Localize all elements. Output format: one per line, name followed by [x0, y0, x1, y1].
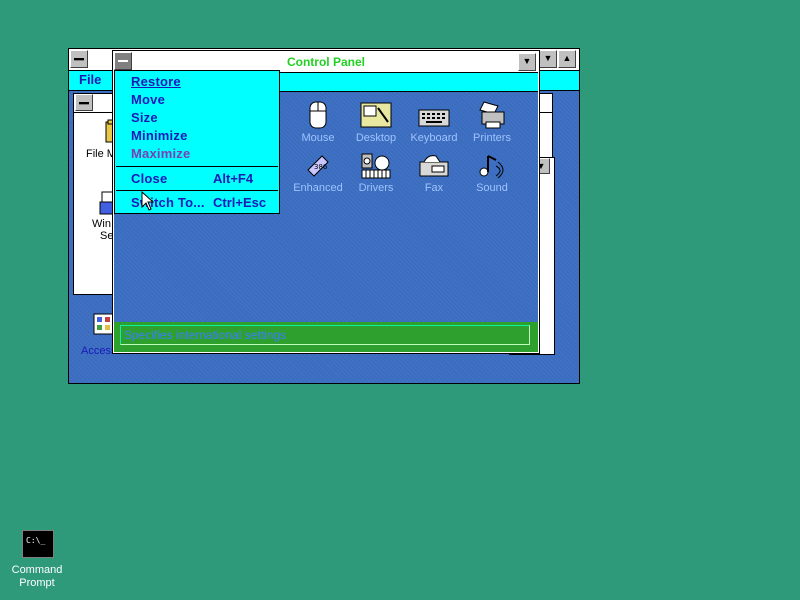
desktop-icon: [360, 102, 392, 128]
keyboard-label: Keyboard: [410, 132, 458, 144]
menu-item-switch-to-accel: Ctrl+Esc: [213, 195, 267, 210]
control-panel-title: Control Panel: [286, 55, 365, 69]
control-panel-item-sound[interactable]: Sound: [463, 152, 521, 194]
control-panel-item-enhanced[interactable]: 386 Enhanced: [289, 152, 347, 194]
desktop-label: Desktop: [355, 132, 397, 144]
fax-label: Fax: [424, 182, 444, 194]
control-panel-item-drivers[interactable]: Drivers: [347, 152, 405, 194]
printers-label: Printers: [473, 132, 511, 144]
control-panel-item-keyboard[interactable]: Keyboard: [405, 100, 463, 144]
control-panel-item-mouse[interactable]: Mouse: [289, 100, 347, 144]
command-prompt-label-line2: Prompt: [19, 577, 55, 589]
command-prompt-label: Command Prompt: [8, 564, 66, 590]
command-prompt-label-line1: Command: [11, 564, 63, 576]
command-prompt-glyph: C:\_: [26, 536, 46, 545]
drivers-label: Drivers: [358, 182, 394, 194]
drivers-icon: [361, 153, 391, 179]
sound-icon: [479, 155, 504, 179]
control-panel-system-menu-button[interactable]: [114, 52, 132, 70]
menu-item-restore[interactable]: Restore: [131, 74, 181, 89]
control-panel-item-desktop[interactable]: Desktop: [347, 100, 405, 144]
control-panel-item-fax[interactable]: Fax: [405, 152, 463, 194]
mouse-icon: [309, 101, 327, 129]
command-prompt-icon: C:\_: [22, 530, 54, 558]
program-manager-system-menu-button[interactable]: [70, 50, 88, 68]
group-system-menu-button[interactable]: [75, 94, 93, 111]
program-manager-maximize-button[interactable]: ▲: [558, 50, 576, 68]
menu-file[interactable]: File: [79, 72, 101, 87]
program-manager-minimize-button[interactable]: ▼: [539, 50, 557, 68]
menu-item-size[interactable]: Size: [131, 110, 158, 125]
system-menu: Restore Move Size Minimize Maximize Clos…: [114, 70, 280, 214]
mouse-pointer-icon: [141, 191, 155, 211]
enhanced-label: Enhanced: [293, 182, 343, 194]
mouse-label: Mouse: [301, 132, 335, 144]
sound-label: Sound: [476, 182, 508, 194]
status-field: Specifies international settings: [120, 325, 530, 345]
control-panel-status-bar: Specifies international settings: [114, 322, 538, 352]
windows-setup-label-1: Win: [92, 218, 111, 230]
printers-icon: [479, 101, 505, 129]
menu-item-minimize[interactable]: Minimize: [131, 128, 188, 143]
menu-item-maximize[interactable]: Maximize: [131, 146, 190, 161]
status-text: Specifies international settings: [124, 328, 287, 342]
control-panel-item-printers[interactable]: Printers: [463, 100, 521, 144]
control-panel-minimize-button[interactable]: ▼: [518, 53, 536, 71]
menu-item-close-accel: Alt+F4: [213, 171, 254, 186]
fax-icon: [419, 155, 449, 177]
svg-text:386: 386: [314, 163, 328, 171]
menu-item-move[interactable]: Move: [131, 92, 165, 107]
menu-separator-1: [116, 166, 278, 167]
keyboard-icon: [418, 109, 450, 127]
menu-item-close[interactable]: Close: [131, 171, 167, 186]
enhanced-icon: 386: [307, 155, 329, 177]
